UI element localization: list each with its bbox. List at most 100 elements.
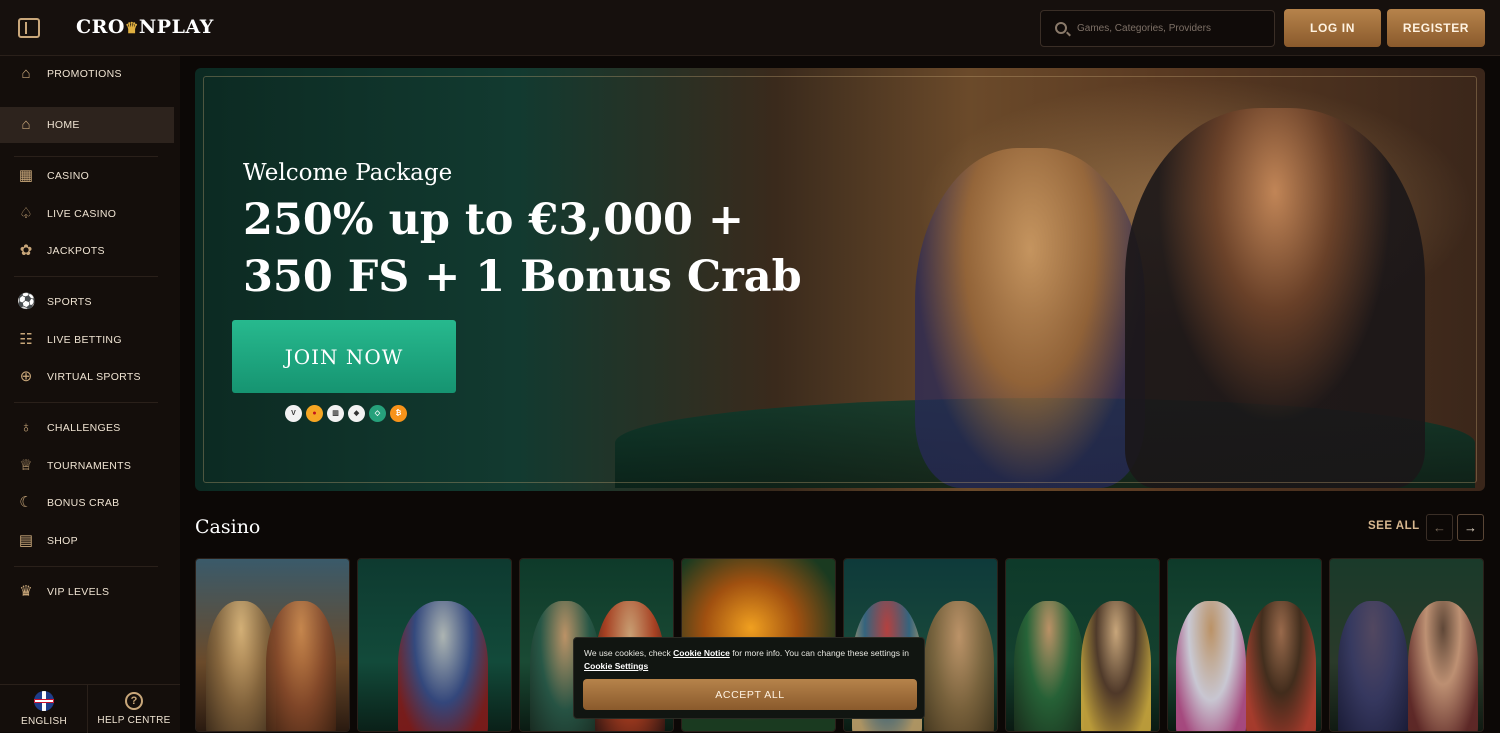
join-now-button[interactable]: JOIN NOW: [232, 320, 456, 393]
game-character: [924, 601, 994, 731]
sidebar-item-shop[interactable]: ▤ SHOP: [0, 523, 174, 559]
trophy-icon: ♕: [19, 457, 33, 474]
mastercard-icon: ●: [306, 405, 323, 422]
sidebar-item-vip-levels[interactable]: ♛ VIP LEVELS: [0, 574, 174, 610]
sidebar-item-jackpots[interactable]: ✿ JACKPOTS: [0, 233, 174, 269]
sidebar-item-label: TOURNAMENTS: [47, 460, 132, 472]
live-betting-icon: ☷: [19, 331, 33, 348]
language-label: ENGLISH: [20, 716, 67, 727]
spade-icon: ♤: [19, 205, 33, 222]
game-card[interactable]: [1167, 558, 1322, 732]
sidebar-item-casino[interactable]: ▦ CASINO: [0, 158, 174, 194]
cookie-text: for more info. You can change these sett…: [729, 648, 909, 658]
game-card[interactable]: [357, 558, 512, 732]
cookie-settings-link[interactable]: Cookie Settings: [584, 661, 648, 671]
casino-section-title: Casino: [195, 516, 261, 538]
sidebar-nav: ⌂ PROMOTIONS ⌂ HOME ▦ CASINO ♤ LIVE CASI…: [0, 56, 180, 733]
sidebar-item-bonus-crab[interactable]: ☾ BONUS CRAB: [0, 485, 174, 521]
help-centre-button[interactable]: ? HELP CENTRE: [90, 685, 178, 733]
visa-icon: V: [285, 405, 302, 422]
game-character: [266, 601, 336, 731]
sidebar-item-home[interactable]: ⌂ HOME: [0, 107, 174, 143]
sidebar-item-promotions[interactable]: ⌂ PROMOTIONS: [0, 56, 174, 92]
sidebar-item-label: VIRTUAL SPORTS: [47, 371, 141, 383]
tether-icon: ◇: [369, 405, 386, 422]
crown-icon: ♛: [19, 583, 33, 600]
help-label: HELP CENTRE: [97, 715, 171, 726]
footer-divider: [87, 685, 88, 733]
sidebar-item-label: HOME: [47, 119, 80, 131]
sidebar-item-label: LIVE CASINO: [47, 208, 117, 220]
sidebar-item-virtual-sports[interactable]: ⊕ VIRTUAL SPORTS: [0, 359, 174, 395]
sidebar-item-label: SPORTS: [47, 296, 92, 308]
login-button[interactable]: LOG IN: [1284, 9, 1381, 47]
slot-machine-icon: ▦: [18, 167, 34, 184]
accept-all-button[interactable]: ACCEPT ALL: [583, 679, 917, 710]
sidebar-footer: ENGLISH ? HELP CENTRE: [0, 684, 180, 733]
language-selector[interactable]: ENGLISH: [0, 685, 88, 733]
question-icon: ?: [125, 692, 143, 710]
bank-icon: ▥: [327, 405, 344, 422]
game-character: [1081, 601, 1151, 731]
shop-icon: ▤: [18, 532, 34, 549]
sidebar-item-tournaments[interactable]: ♕ TOURNAMENTS: [0, 448, 174, 484]
search-input[interactable]: [1077, 11, 1272, 46]
search-box[interactable]: [1040, 10, 1275, 47]
sidebar-item-label: CHALLENGES: [47, 422, 121, 434]
game-character: [398, 601, 488, 731]
gamepad-icon: ⊕: [19, 368, 33, 385]
banner-subtitle: Welcome Package: [243, 160, 453, 186]
banner-title-line: 250% up to €3,000 +: [243, 195, 744, 245]
sidebar-item-label: PROMOTIONS: [47, 68, 122, 80]
crab-icon: ☾: [19, 494, 33, 511]
sidebar-item-challenges[interactable]: ♁ CHALLENGES: [0, 410, 174, 446]
cookie-message: We use cookies, check Cookie Notice for …: [584, 647, 914, 673]
sidebar-divider: [14, 566, 158, 567]
sidebar-item-label: CASINO: [47, 170, 90, 182]
game-card[interactable]: [1005, 558, 1160, 732]
medal-icon: ♁: [20, 419, 32, 436]
game-character: [1408, 601, 1478, 731]
sidebar-item-label: SHOP: [47, 535, 78, 547]
banner-title: 250% up to €3,000 + 350 FS + 1 Bonus Cra…: [243, 192, 803, 306]
cookie-text: We use cookies, check: [584, 648, 674, 658]
banner-title-line: 350 FS + 1 Bonus Crab: [243, 252, 802, 302]
cookie-notice-link[interactable]: Cookie Notice: [673, 648, 730, 658]
register-button[interactable]: REGISTER: [1387, 9, 1485, 47]
crownplay-logo[interactable]: CRO♛NPLAY: [76, 16, 214, 38]
logo-text-left: CRO: [76, 16, 125, 38]
ball-icon: ⚽: [17, 293, 36, 310]
sidebar-item-label: LIVE BETTING: [47, 334, 122, 346]
game-card[interactable]: [195, 558, 350, 732]
sidebar-item-label: JACKPOTS: [47, 245, 105, 257]
top-header: CRO♛NPLAY LOG IN REGISTER: [0, 0, 1500, 56]
game-character: [1338, 601, 1408, 731]
game-character: [1014, 601, 1084, 731]
sidebar-item-label: BONUS CRAB: [47, 497, 120, 509]
home-icon: ⌂: [21, 116, 31, 133]
search-icon: [1055, 22, 1067, 34]
game-character: [1246, 601, 1316, 731]
sidebar-divider: [14, 402, 158, 403]
carousel-prev-button[interactable]: ←: [1426, 514, 1453, 541]
welcome-banner[interactable]: Welcome Package 250% up to €3,000 + 350 …: [195, 68, 1485, 491]
payment-methods: V ● ▥ ◆ ◇ ₿: [285, 405, 407, 422]
sidebar-item-live-casino[interactable]: ♤ LIVE CASINO: [0, 196, 174, 232]
sidebar-item-label: VIP LEVELS: [47, 586, 110, 598]
game-card[interactable]: [1329, 558, 1484, 732]
sidebar-item-sports[interactable]: ⚽ SPORTS: [0, 284, 174, 320]
ethereum-icon: ◆: [348, 405, 365, 422]
sidebar-item-live-betting[interactable]: ☷ LIVE BETTING: [0, 322, 174, 358]
sidebar-toggle-icon[interactable]: [18, 18, 40, 38]
logo-text-right: NPLAY: [138, 16, 214, 38]
see-all-link[interactable]: SEE ALL: [1368, 520, 1420, 532]
jackpot-icon: ✿: [19, 242, 33, 259]
gift-icon: ⌂: [21, 65, 31, 82]
sidebar-divider: [14, 156, 158, 157]
cookie-banner: We use cookies, check Cookie Notice for …: [573, 637, 925, 719]
bitcoin-icon: ₿: [390, 405, 407, 422]
crown-icon: ♛: [124, 19, 139, 37]
game-character: [1176, 601, 1246, 731]
carousel-next-button[interactable]: →: [1457, 514, 1484, 541]
sidebar-divider: [14, 276, 158, 277]
